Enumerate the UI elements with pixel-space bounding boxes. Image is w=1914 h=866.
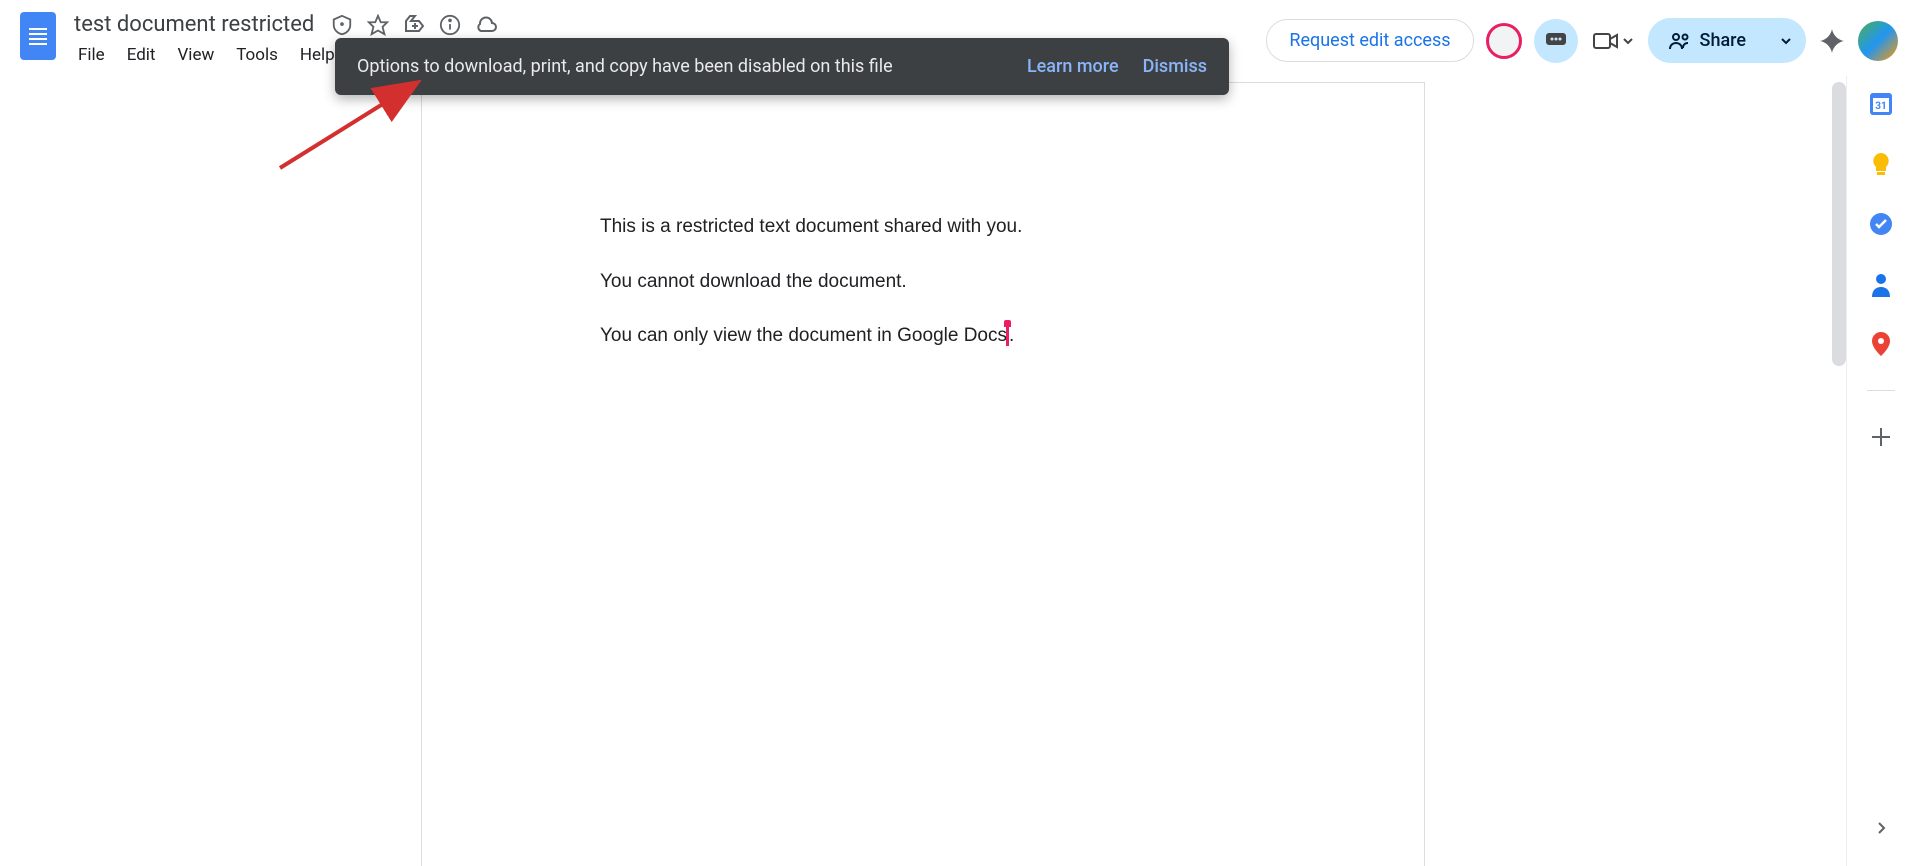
side-panel: 31 (1846, 76, 1914, 866)
scrollbar-thumb[interactable] (1832, 82, 1846, 366)
notification-toast: Options to download, print, and copy hav… (335, 38, 1229, 95)
title-row: test document restricted (68, 10, 500, 39)
collaborator-avatar[interactable] (1486, 23, 1522, 59)
collaborator-cursor (1006, 324, 1009, 346)
menu-file[interactable]: File (68, 41, 115, 69)
paragraph[interactable]: You can only view the document in Google… (600, 322, 1246, 351)
docs-icon (20, 12, 56, 60)
side-panel-collapse-button[interactable] (1863, 810, 1899, 846)
paragraph[interactable]: You cannot download the document. (600, 268, 1246, 297)
info-icon[interactable] (436, 11, 464, 39)
request-edit-access-button[interactable]: Request edit access (1266, 19, 1473, 62)
contacts-addon-button[interactable] (1867, 270, 1895, 298)
meet-button[interactable] (1590, 24, 1636, 58)
toast-dismiss-button[interactable]: Dismiss (1143, 56, 1207, 77)
menu-edit[interactable]: Edit (117, 41, 166, 69)
cloud-status-icon[interactable] (472, 11, 500, 39)
star-icon[interactable] (364, 11, 392, 39)
paragraph[interactable]: This is a restricted text document share… (600, 213, 1246, 242)
move-icon[interactable] (400, 11, 428, 39)
gemini-button[interactable] (1818, 27, 1846, 55)
menu-tools[interactable]: Tools (226, 41, 288, 69)
badge-icon[interactable] (328, 11, 356, 39)
chevron-down-icon (1780, 35, 1792, 47)
docs-home-button[interactable] (16, 8, 60, 64)
menu-view[interactable]: View (167, 41, 224, 69)
page: This is a restricted text document share… (421, 82, 1425, 866)
comment-history-button[interactable] (1534, 19, 1578, 63)
side-panel-divider (1867, 390, 1895, 391)
toast-learn-more-link[interactable]: Learn more (1027, 56, 1119, 77)
document-title[interactable]: test document restricted (68, 10, 320, 39)
svg-text:31: 31 (1875, 101, 1886, 112)
calendar-addon-button[interactable]: 31 (1867, 90, 1895, 118)
document-canvas[interactable]: This is a restricted text document share… (0, 76, 1846, 866)
share-button-group: Share (1648, 18, 1806, 63)
get-addons-button[interactable] (1867, 423, 1895, 451)
share-dropdown-button[interactable] (1766, 18, 1806, 63)
share-label: Share (1700, 30, 1746, 51)
keep-addon-button[interactable] (1867, 150, 1895, 178)
account-avatar[interactable] (1858, 21, 1898, 61)
maps-addon-button[interactable] (1867, 330, 1895, 358)
share-button[interactable]: Share (1648, 18, 1766, 63)
people-icon (1668, 32, 1690, 50)
chevron-down-icon (1622, 35, 1634, 47)
toast-message: Options to download, print, and copy hav… (357, 56, 1003, 77)
tasks-addon-button[interactable] (1867, 210, 1895, 238)
header-right: Request edit access Share (1266, 8, 1898, 63)
